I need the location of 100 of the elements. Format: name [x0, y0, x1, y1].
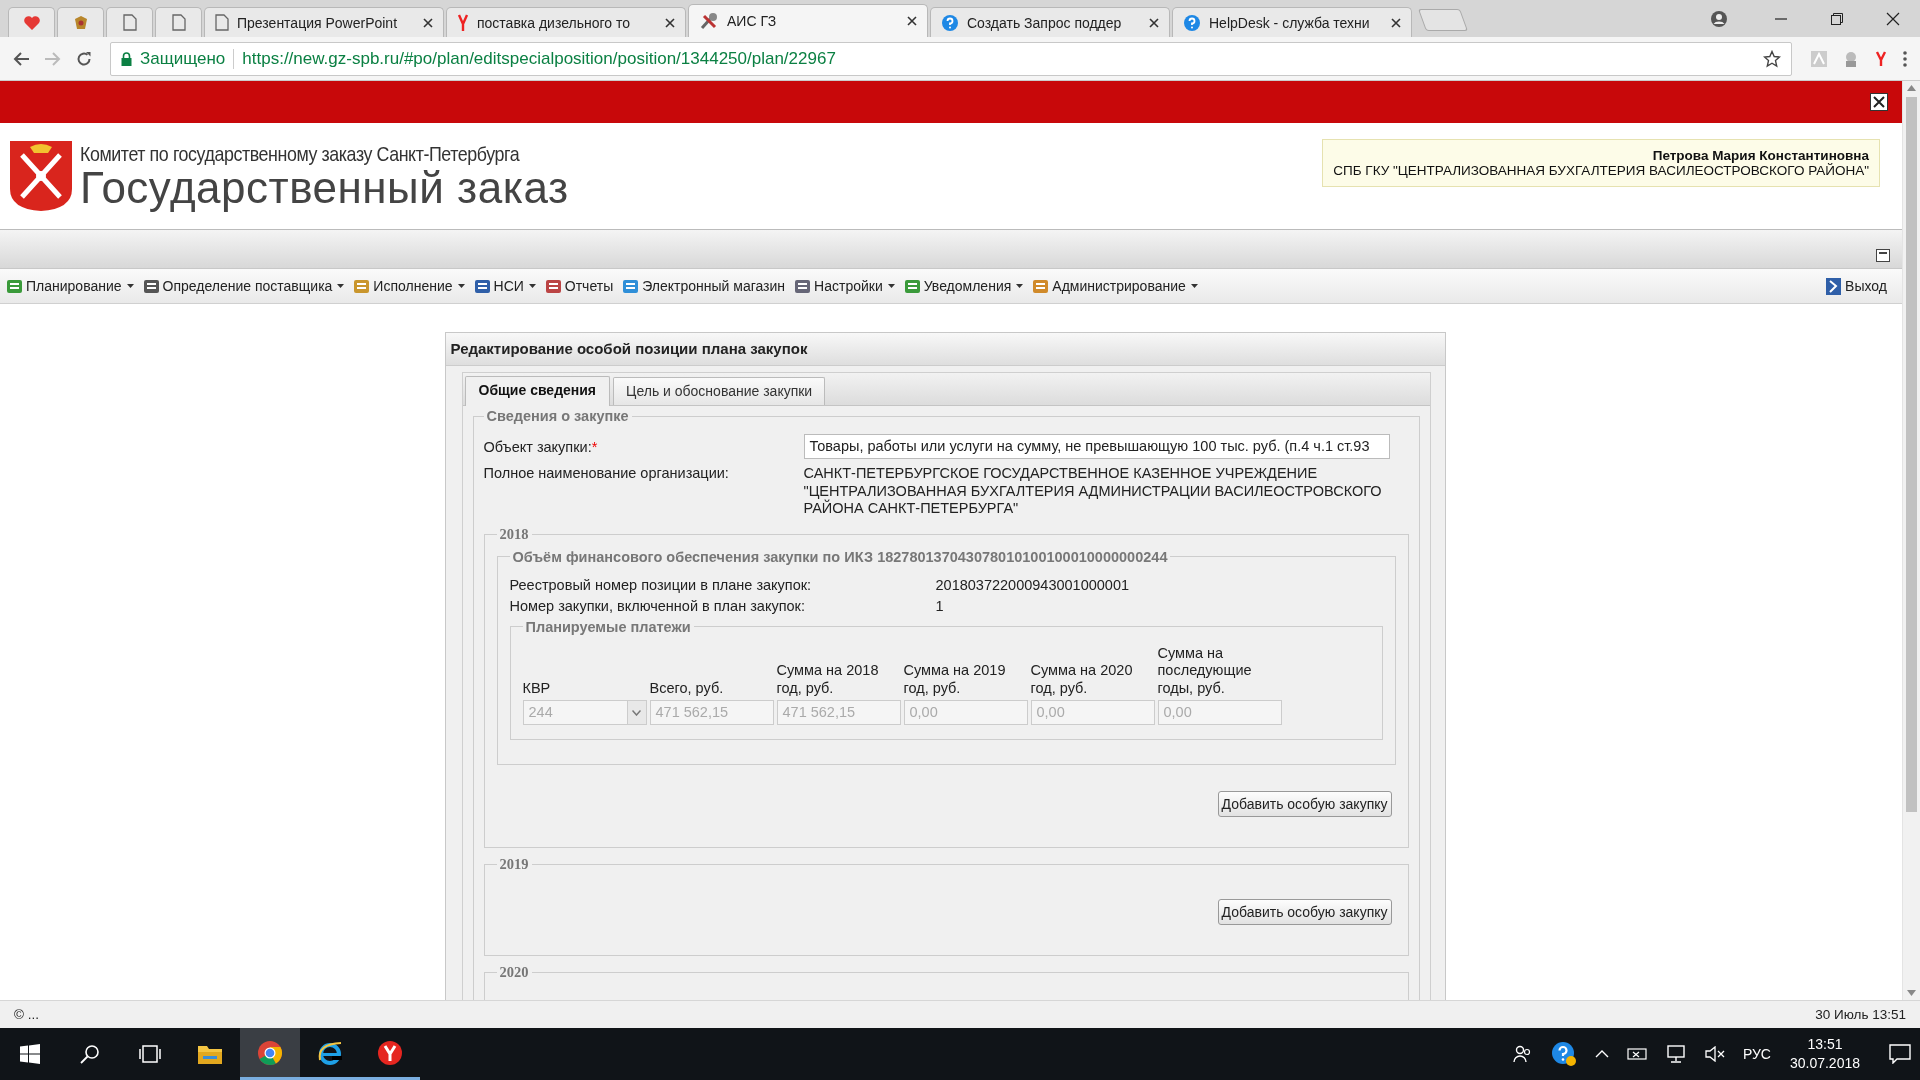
url-text: https://new.gz-spb.ru/#po/plan/editspecialposition/position/1344250/plan/22967 — [242, 48, 836, 69]
close-icon[interactable] — [1391, 17, 1401, 28]
help-icon — [941, 13, 959, 32]
tab-title: поставка дизельного то — [477, 14, 632, 31]
column-header: Сумма на 2020 год, руб. — [1030, 662, 1134, 698]
close-icon[interactable] — [665, 17, 675, 28]
chevron-up-icon[interactable] — [1594, 1050, 1609, 1058]
lock-icon — [121, 51, 132, 66]
user-organization: СПБ ГКУ "ЦЕНТРАЛИЗОВАННАЯ БУХГАЛТЕРИЯ ВАСИЛЕОСТРОВСКОГО РАЙОНА" — [1333, 163, 1869, 178]
language-indicator[interactable]: РУС — [1742, 1046, 1771, 1062]
page-icon — [122, 14, 137, 31]
page-icon — [171, 14, 186, 31]
form-tab[interactable]: Общие сведения — [464, 376, 611, 406]
tab-title: АИС ГЗ — [727, 13, 778, 29]
status-text: © ... — [14, 1007, 39, 1022]
field-label: Номер закупки, включенной в план закупок: — [509, 596, 806, 616]
y-logo-icon[interactable] — [1874, 49, 1888, 68]
tab-title: Создать Запрос поддер — [967, 14, 1123, 31]
address-field[interactable]: Защищено https://new.gz-spb.ru/#po/plan/editspecialposition/position/1344250/plan/22967 — [110, 41, 1792, 76]
column-header: Сумма на последующие годы, руб. — [1157, 644, 1253, 698]
year-legend: 2018 — [496, 525, 532, 543]
scrollbar[interactable] — [1902, 81, 1920, 1000]
field-label: Полное наименование организации: — [483, 465, 730, 483]
status-date: 30 Июль 13:51 — [1815, 1007, 1906, 1022]
emblem-icon — [8, 139, 74, 213]
browser-tab[interactable] — [155, 7, 202, 37]
page-icon — [215, 14, 229, 31]
column-header: КВР — [522, 679, 552, 698]
close-icon[interactable] — [423, 17, 433, 28]
close-icon[interactable] — [1870, 93, 1888, 111]
logout-button[interactable]: Выход — [1825, 276, 1887, 296]
exit-door-icon — [1825, 276, 1843, 296]
muted-speaker-icon[interactable] — [1704, 1046, 1725, 1062]
back-icon[interactable] — [12, 50, 30, 67]
tab-title: Презентация PowerPoint — [237, 14, 399, 31]
keyboard-icon[interactable] — [1626, 1046, 1647, 1062]
browser-tab[interactable]: Презентация PowerPoint — [204, 7, 444, 37]
close-icon[interactable] — [1149, 17, 1159, 28]
taskbar-app[interactable] — [240, 1028, 300, 1080]
menu-item[interactable]: Администрирование — [1032, 277, 1198, 295]
secure-label: Защищено — [140, 48, 226, 69]
form-tab[interactable]: Цель и обоснование закупки — [613, 377, 826, 405]
field-value: 1 — [935, 596, 944, 616]
scroll-down-icon[interactable] — [1907, 990, 1916, 996]
help-icon[interactable] — [1550, 1041, 1577, 1067]
y-logo-icon — [377, 1039, 403, 1066]
scroll-up-icon[interactable] — [1907, 85, 1916, 91]
close-icon[interactable] — [1886, 11, 1900, 26]
network-icon[interactable] — [1664, 1045, 1687, 1063]
star-icon[interactable] — [1763, 49, 1781, 68]
menu-item[interactable]: Отчеты — [544, 277, 614, 295]
windows-icon — [20, 1044, 40, 1064]
browser-tab[interactable]: АИС ГЗ — [688, 4, 928, 37]
add-button[interactable]: Добавить особую закупку — [1217, 899, 1392, 925]
chrome-like-icon — [257, 1039, 283, 1066]
task-view-icon — [139, 1044, 161, 1064]
people-icon[interactable] — [1512, 1044, 1533, 1064]
help-icon — [1183, 13, 1201, 32]
search-icon — [80, 1044, 100, 1064]
committee-name: Комитет по государственному заказу Санкт-Петербурга — [80, 142, 520, 166]
browser-tab[interactable]: HelpDesk - служба техни — [1172, 7, 1412, 37]
field-label: Реестровый номер позиции в плане закупок: — [509, 575, 813, 595]
year-legend: 2019 — [496, 856, 532, 873]
section-legend: Сведения о закупке — [483, 408, 632, 424]
year-legend: 2020 — [496, 964, 532, 981]
add-button[interactable]: Добавить особую закупку — [1217, 791, 1392, 817]
browser-tab[interactable] — [8, 7, 55, 37]
field-label: Объект закупки:* — [483, 438, 599, 457]
browser-tab[interactable] — [57, 7, 104, 37]
menu-item[interactable]: НСИ — [473, 277, 536, 295]
dialog-title: Редактирование особой позиции плана закупок — [445, 333, 1445, 366]
menu-item[interactable]: Планирование — [6, 277, 134, 295]
browser-tab[interactable] — [106, 7, 153, 37]
reload-icon[interactable] — [76, 50, 92, 67]
collapse-icon[interactable] — [1876, 249, 1890, 262]
column-header: Сумма на 2019 год, руб. — [903, 662, 1007, 698]
list-icon — [6, 277, 23, 295]
clock[interactable]: 13:51 30.07.2018 — [1789, 1035, 1860, 1073]
menu-item[interactable]: Определение поставщика — [142, 277, 345, 295]
heart-icon — [22, 14, 41, 31]
user-name: Петрова Мария Константиновна — [1651, 148, 1869, 163]
column-header: Всего, руб. — [649, 679, 725, 698]
menu-item[interactable]: Уведомления — [903, 277, 1024, 295]
site-title: Государственный заказ — [80, 166, 570, 210]
close-icon[interactable] — [907, 16, 917, 26]
y-logo-icon — [457, 13, 469, 32]
e-logo-icon — [317, 1039, 343, 1066]
more-icon[interactable] — [1902, 49, 1908, 68]
tools-icon — [699, 12, 719, 30]
notification-icon[interactable] — [1889, 1044, 1911, 1064]
menu-item[interactable]: Настройки — [794, 277, 895, 295]
restore-icon[interactable] — [1830, 11, 1844, 26]
browser-tab[interactable]: Создать Запрос поддер — [930, 7, 1170, 37]
account-icon[interactable] — [1710, 9, 1728, 28]
tab-title: HelpDesk - служба техни — [1209, 14, 1371, 31]
menu-item[interactable]: Исполнение — [353, 277, 465, 295]
browser-tab[interactable]: поставка дизельного то — [446, 7, 686, 37]
menu-item[interactable]: Электронный магазин — [622, 277, 786, 295]
input-field[interactable]: Товары, работы или услуги на сумму, не превышающую 100 тыс. руб. (п.4 ч.1 ст.93 — [803, 434, 1390, 459]
section-legend: Объём финансового обеспечения закупки по ИКЗ 182780137043078010100100010000000244 — [509, 548, 1171, 565]
